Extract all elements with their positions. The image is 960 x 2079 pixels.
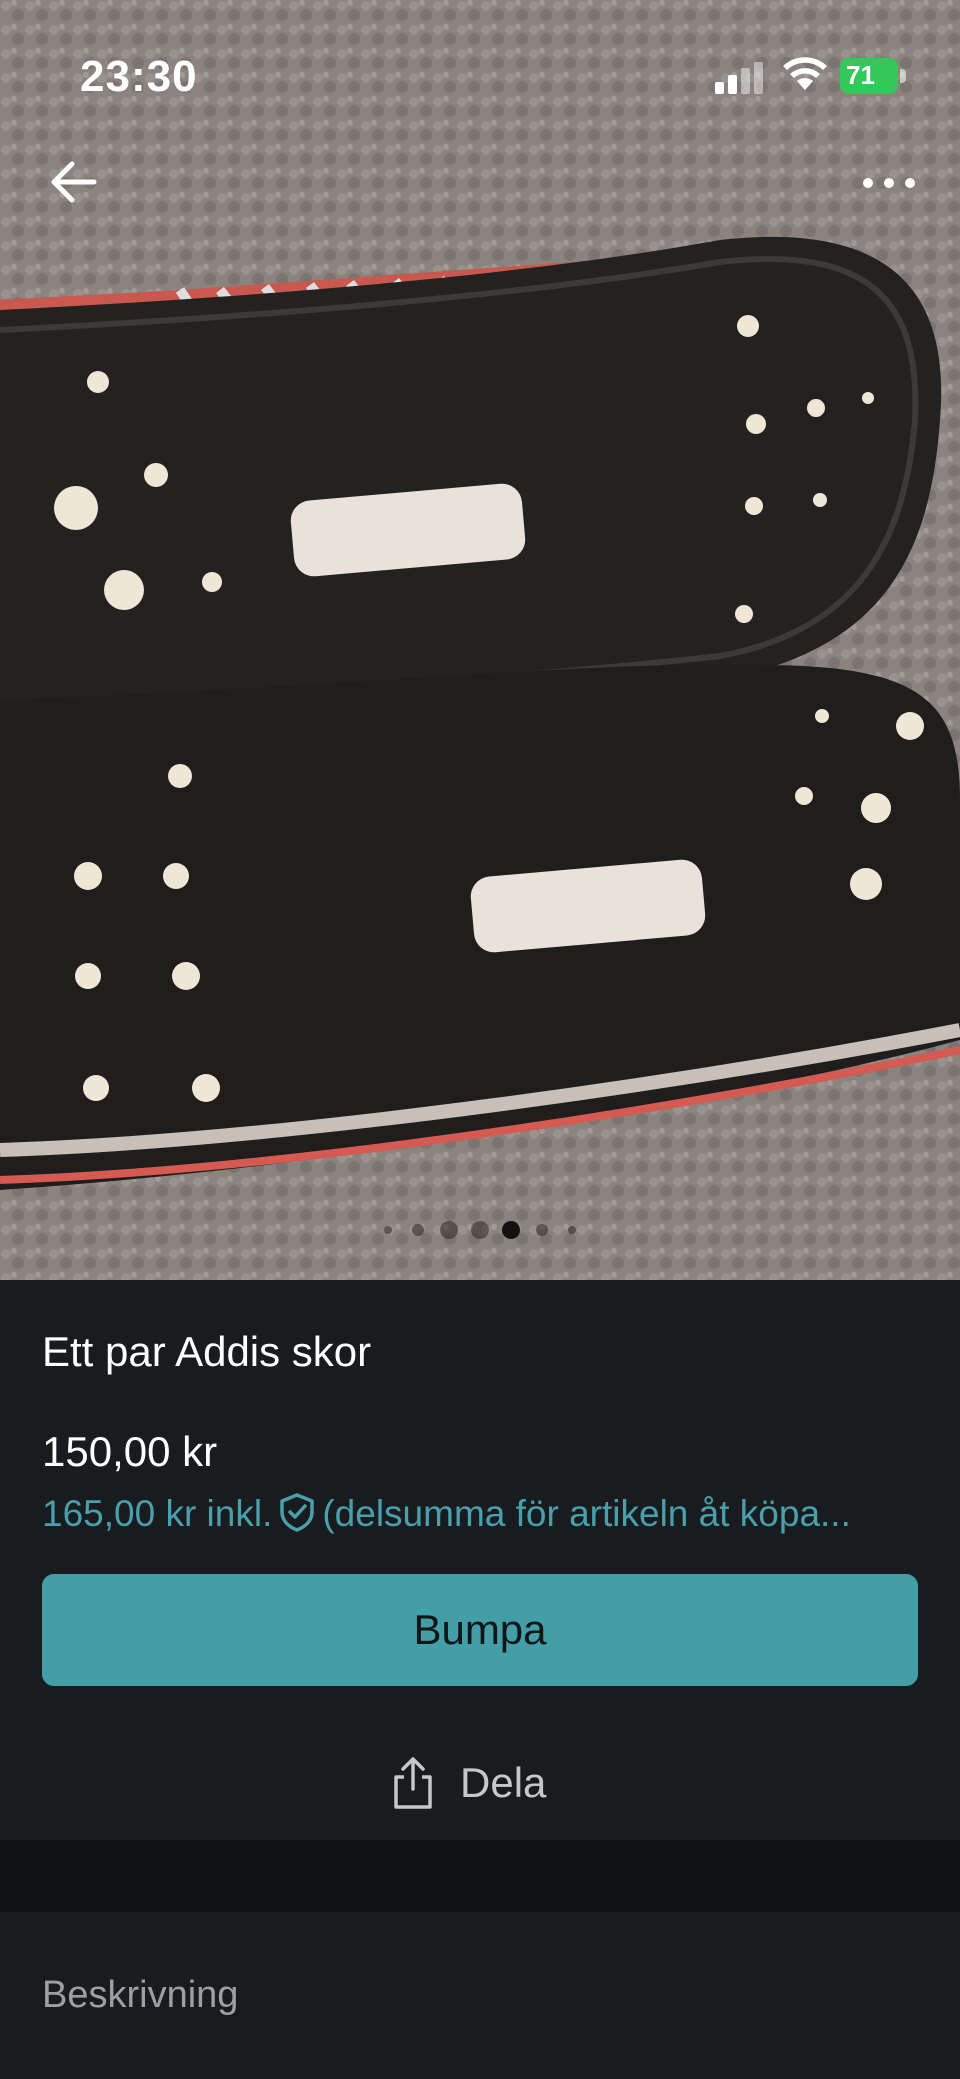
- status-time: 23:30: [80, 52, 198, 101]
- shield-check-icon: [280, 1493, 315, 1532]
- price-incl-buyer-protection[interactable]: 165,00 kr inkl. (delsumma för artikeln å…: [42, 1492, 922, 1535]
- share-icon: [394, 1757, 432, 1809]
- battery-level: 71: [846, 60, 875, 90]
- bump-button[interactable]: Bumpa: [42, 1574, 918, 1686]
- back-button[interactable]: [40, 150, 104, 214]
- shoe-sole-image: [0, 0, 960, 1280]
- pager-dot: [384, 1226, 392, 1234]
- listing-info: Ett par Addis skor 150,00 kr 165,00 kr i…: [0, 1280, 960, 1840]
- pager-dot: [471, 1221, 489, 1239]
- description-heading: Beskrivning: [42, 1974, 239, 2016]
- more-options-button[interactable]: [856, 150, 926, 214]
- pager-dot: [536, 1224, 548, 1236]
- pager-dot: [412, 1224, 424, 1236]
- share-label: Dela: [460, 1759, 547, 1806]
- battery-tip: [900, 69, 906, 83]
- price-incl-note: (delsumma för artikeln åt köpa...: [322, 1493, 851, 1534]
- section-divider: [0, 1840, 960, 1912]
- pager-dot: [568, 1226, 576, 1234]
- product-photo[interactable]: 23:30 71: [0, 0, 960, 1280]
- pager-dot: [440, 1221, 458, 1239]
- cellular-signal-icon: [715, 62, 763, 94]
- listing-title: Ett par Addis skor: [42, 1328, 372, 1375]
- description-section: Beskrivning: [0, 1912, 960, 2079]
- price-incl-amount: 165,00 kr inkl.: [42, 1493, 273, 1534]
- battery-icon: 71: [840, 58, 906, 94]
- item-detail-screen: 23:30 71 Ett par Addis skor 150,00 kr 16…: [0, 0, 960, 2079]
- share-button[interactable]: Dela: [390, 1748, 546, 1818]
- photo-pager[interactable]: [380, 1220, 580, 1240]
- pager-dot-active: [502, 1221, 520, 1239]
- ellipsis-icon: [863, 178, 915, 188]
- arrow-left-icon: [51, 161, 97, 203]
- status-bar: 23:30 71: [0, 0, 960, 140]
- wifi-icon: [783, 57, 827, 90]
- listing-price: 150,00 kr: [42, 1428, 218, 1475]
